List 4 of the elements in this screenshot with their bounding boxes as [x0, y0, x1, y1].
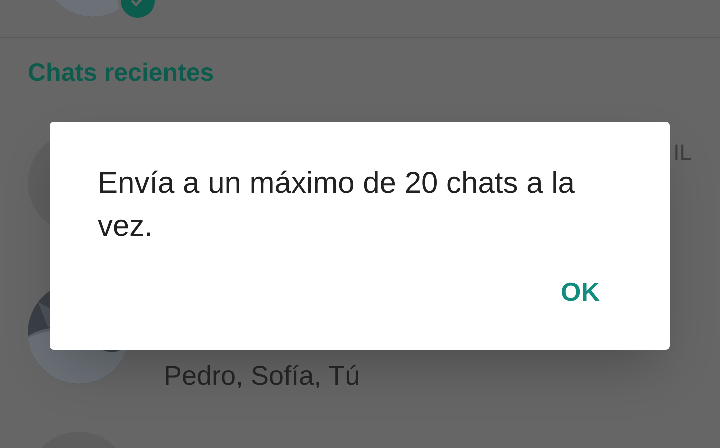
section-title: Chats recientes	[28, 58, 214, 90]
ok-button[interactable]: OK	[557, 273, 604, 312]
chat-subtitle: Pedro, Sofía, Tú	[164, 360, 360, 393]
dialog-message: Envía a un máximo de 20 chats a la vez.	[98, 166, 576, 245]
